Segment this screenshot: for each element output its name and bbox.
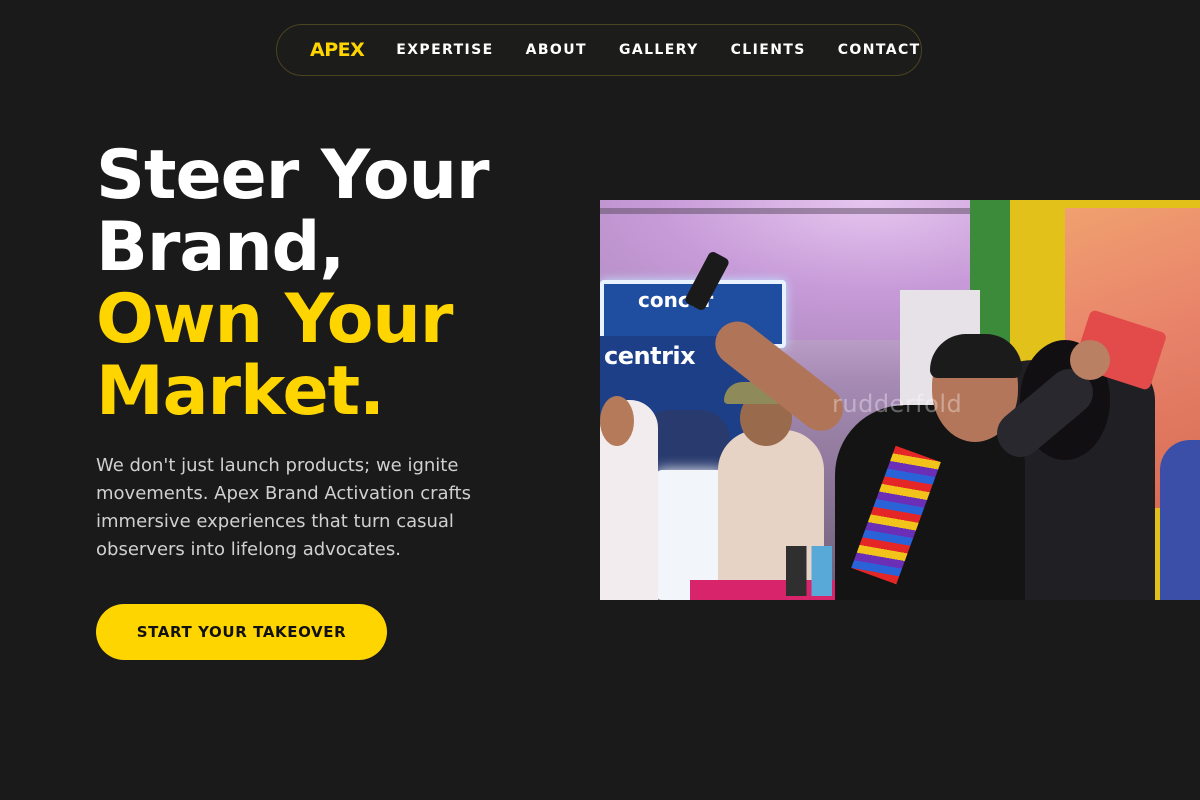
photo-edge-person <box>1160 440 1200 600</box>
photo-woman-head <box>600 396 634 446</box>
photo-raised-hand <box>1070 340 1110 380</box>
hero-headline: Steer Your Brand, Own Your Market. <box>96 136 490 431</box>
headline-line-1: Steer Your <box>96 136 490 215</box>
nav-link-expertise[interactable]: EXPERTISE <box>396 42 493 58</box>
nav-link-contact[interactable]: CONTACT <box>838 42 921 58</box>
nav-link-gallery[interactable]: GALLERY <box>619 42 699 58</box>
photo-drink-cans <box>786 546 832 596</box>
headline-line-2: Brand, <box>96 208 345 287</box>
hero-description: We don't just launch products; we ignite… <box>96 455 471 560</box>
headline-accent-line-2: Market. <box>96 352 385 431</box>
photo-booth-brand-text: centrix <box>604 342 696 370</box>
photo-watermark: rudderfold <box>832 390 963 418</box>
nav-link-about[interactable]: ABOUT <box>526 42 587 58</box>
nav-link-clients[interactable]: CLIENTS <box>731 42 806 58</box>
main-nav: APEX EXPERTISE ABOUT GALLERY CLIENTS CON… <box>276 24 922 76</box>
headline-accent-line-1: Own Your <box>96 280 453 359</box>
brand-logo[interactable]: APEX <box>310 39 365 61</box>
start-takeover-button[interactable]: START YOUR TAKEOVER <box>96 604 387 660</box>
hero-photo: concor centrix rudderfold <box>600 200 1200 600</box>
